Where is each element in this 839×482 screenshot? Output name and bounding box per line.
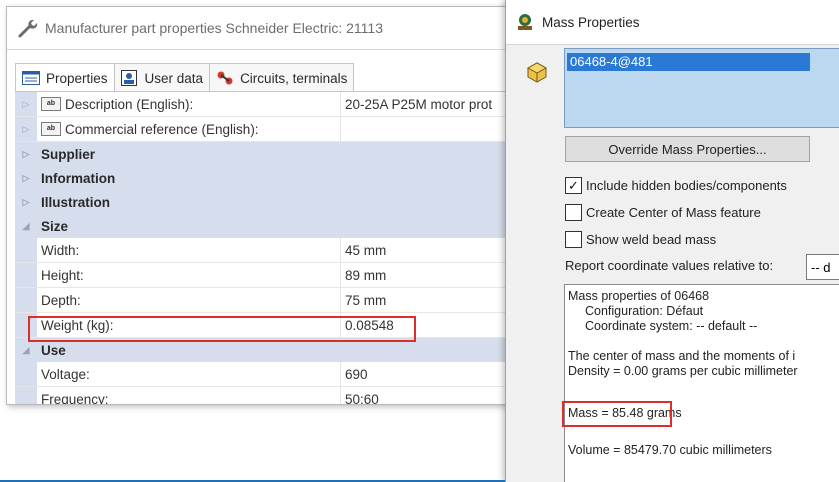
user-data-icon <box>120 70 137 86</box>
results-configuration: Configuration: Défaut <box>585 304 704 318</box>
results-volume: Volume = 85479.70 cubic millimeters <box>568 443 772 457</box>
property-name: Frequency: <box>41 391 109 405</box>
category-information[interactable]: ▷ Information <box>15 166 511 190</box>
property-value[interactable]: 45 mm <box>340 238 386 262</box>
include-hidden-bodies-checkbox[interactable]: ✓ <box>565 176 582 194</box>
collapsed-arrow-icon: ▷ <box>15 117 37 141</box>
category-size[interactable]: ◢ Size <box>15 214 511 238</box>
tab-user-data[interactable]: User data <box>113 63 211 92</box>
category-use[interactable]: ◢ Use <box>15 338 511 362</box>
tab-label: Properties <box>46 70 108 86</box>
create-center-of-mass-checkbox[interactable] <box>565 203 582 221</box>
property-value[interactable] <box>340 117 345 141</box>
part-icon <box>526 62 548 83</box>
property-value[interactable]: 89 mm <box>340 263 386 287</box>
results-center-of-mass-text: The center of mass and the moments of i <box>568 349 796 363</box>
show-weld-bead-mass-row[interactable]: Show weld bead mass <box>565 229 716 249</box>
collapsed-arrow-icon: ▷ <box>15 92 37 116</box>
tab-circuits-terminals[interactable]: Circuits, terminals <box>209 63 355 92</box>
category-supplier[interactable]: ▷ Supplier <box>15 142 511 166</box>
window-title-bar: Mass Properties <box>506 0 839 45</box>
window-title: Manufacturer part properties Schneider E… <box>45 20 383 36</box>
wrench-icon <box>18 19 38 38</box>
property-row-depth[interactable]: Depth: 75 mm <box>15 288 511 313</box>
text-field-icon: ab <box>41 97 61 111</box>
property-value[interactable]: 75 mm <box>340 288 386 312</box>
properties-icon <box>22 71 40 85</box>
circuits-icon <box>217 71 233 85</box>
selected-component[interactable]: 06468-4@481 <box>567 53 810 71</box>
category-illustration[interactable]: ▷ Illustration <box>15 190 511 214</box>
report-coordinates-select[interactable]: -- d <box>806 254 839 280</box>
text-field-icon: ab <box>41 122 61 136</box>
collapsed-arrow-icon: ▷ <box>22 172 30 183</box>
property-row-weight[interactable]: Weight (kg): 0.08548 <box>15 313 511 338</box>
results-mass: Mass = 85.48 grams <box>568 406 682 420</box>
property-value[interactable]: 50;60 <box>340 387 379 404</box>
results-heading: Mass properties of 06468 <box>568 289 710 303</box>
category-label: Information <box>41 170 116 186</box>
collapsed-arrow-icon: ▷ <box>22 196 30 207</box>
property-name: Voltage: <box>41 366 90 382</box>
results-coordinate-system: Coordinate system: -- default -- <box>585 319 758 333</box>
property-row-frequency[interactable]: Frequency: 50;60 <box>15 387 511 405</box>
override-mass-properties-button[interactable]: Override Mass Properties... <box>565 136 810 162</box>
property-name: Commercial reference (English): <box>65 121 259 137</box>
checkbox-label: Create Center of Mass feature <box>586 204 761 220</box>
checkbox-label: Show weld bead mass <box>586 231 717 247</box>
category-label: Size <box>41 218 69 234</box>
property-row-description[interactable]: ▷ ab Description (English): 20-25A P25M m… <box>15 92 511 117</box>
category-label: Supplier <box>41 146 96 162</box>
property-name: Description (English): <box>65 96 194 112</box>
property-name: Height: <box>41 267 84 283</box>
property-row-width[interactable]: Width: 45 mm <box>15 238 511 263</box>
property-name: Width: <box>41 242 80 258</box>
expanded-arrow-icon: ◢ <box>22 220 30 231</box>
tab-bar: Properties User data Circuits, terminals <box>15 63 355 92</box>
property-grid: ▷ ab Description (English): 20-25A P25M m… <box>15 91 511 405</box>
create-center-of-mass-row[interactable]: Create Center of Mass feature <box>565 202 761 222</box>
property-name: Weight (kg): <box>41 317 114 333</box>
property-row-voltage[interactable]: Voltage: 690 <box>15 362 511 387</box>
category-label: Illustration <box>41 194 111 210</box>
category-label: Use <box>41 342 66 358</box>
window-title-bar: Manufacturer part properties Schneider E… <box>7 7 511 50</box>
selection-list[interactable]: 06468-4@481 <box>564 48 839 128</box>
show-weld-bead-mass-checkbox[interactable] <box>565 230 582 248</box>
tab-label: Circuits, terminals <box>240 70 348 86</box>
mass-properties-results[interactable]: Mass properties of 06468 Configuration: … <box>564 284 839 482</box>
results-density: Density = 0.00 grams per cubic millimete… <box>568 364 798 378</box>
collapsed-arrow-icon: ▷ <box>22 148 30 159</box>
mass-properties-window: Mass Properties 06468-4@481 Override Mas… <box>505 0 839 482</box>
property-value[interactable]: 0.08548 <box>340 313 394 337</box>
include-hidden-bodies-row[interactable]: ✓ Include hidden bodies/components <box>565 175 787 195</box>
manufacturer-part-properties-window: Manufacturer part properties Schneider E… <box>6 6 512 405</box>
expanded-arrow-icon: ◢ <box>22 344 30 355</box>
tab-label: User data <box>144 70 204 86</box>
tab-properties[interactable]: Properties <box>15 63 115 92</box>
window-title: Mass Properties <box>542 14 640 30</box>
property-row-commercial-reference[interactable]: ▷ ab Commercial reference (English): <box>15 117 511 142</box>
property-value[interactable]: 20-25A P25M motor prot <box>340 92 492 116</box>
property-row-height[interactable]: Height: 89 mm <box>15 263 511 288</box>
property-value[interactable]: 690 <box>340 362 368 386</box>
scale-icon <box>518 14 532 30</box>
report-coordinates-label: Report coordinate values relative to: <box>565 258 774 273</box>
property-name: Depth: <box>41 292 81 308</box>
checkbox-label: Include hidden bodies/components <box>586 177 787 193</box>
